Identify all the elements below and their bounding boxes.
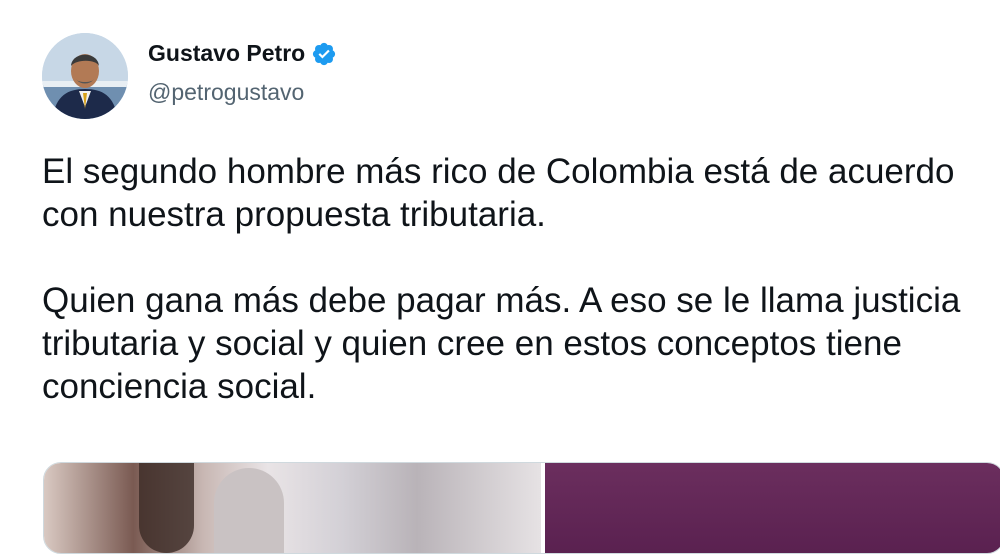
author-name-row: Gustavo Petro	[148, 40, 337, 67]
media-attachment[interactable]	[43, 462, 1000, 554]
image-detail	[214, 468, 284, 553]
verified-badge-icon	[311, 41, 337, 67]
display-name[interactable]: Gustavo Petro	[148, 40, 305, 67]
author-handle[interactable]: @petrogustavo	[148, 79, 304, 106]
profile-photo	[42, 33, 128, 119]
image-detail	[139, 463, 194, 553]
tweet-paragraph: Quien gana más debe pagar más. A eso se …	[42, 281, 961, 406]
tweet-text: El segundo hombre más rico de Colombia e…	[42, 150, 982, 408]
tweet-paragraph: El segundo hombre más rico de Colombia e…	[42, 152, 955, 234]
media-image-right[interactable]	[545, 463, 1000, 553]
media-image-left[interactable]	[44, 463, 541, 553]
avatar[interactable]	[42, 33, 128, 119]
